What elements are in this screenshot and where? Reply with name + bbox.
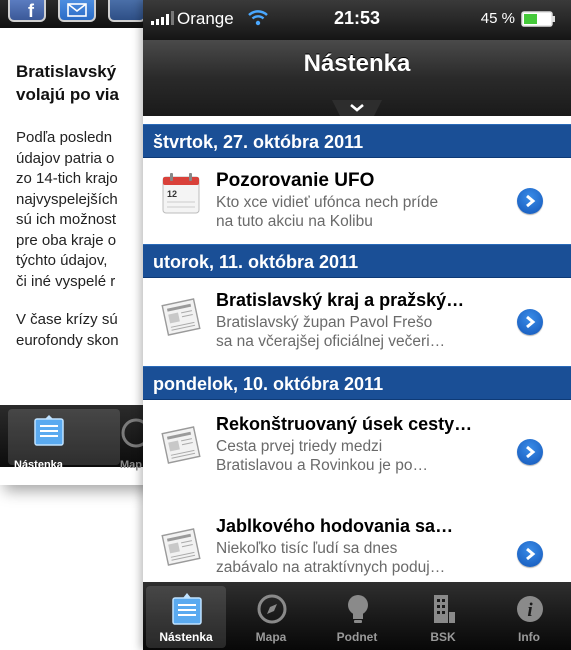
item-description: Niekoľko tisíc ľudí sa dnes zabávalo na … [216,539,501,577]
status-bar: Orange 21:53 45 % [143,0,571,40]
list-item[interactable]: Bratislavský kraj a pražský… Bratislavsk… [143,278,571,367]
tab-label: BSK [430,630,456,644]
mail-icon[interactable] [58,0,96,22]
battery-percentage: 45 % [480,10,515,27]
list-item[interactable]: Jablkového hodovania sa… Niekoľko tisíc … [143,506,571,582]
background-tab-nastenka[interactable]: Nástenka [8,409,120,471]
building-icon [434,595,455,623]
description-line: na tuto akciu na Kolibu [216,213,373,230]
svg-text:f: f [28,1,35,18]
description-line: zabávalo na atraktívnych poduj… [216,559,446,576]
pull-down-handle[interactable] [332,100,382,116]
board-icon [172,593,202,625]
battery-icon [521,11,555,27]
description-line: Bratislavou a Rovinkou je po… [216,457,428,474]
description-line: sa na včerajšej oficiálnej večeri… [216,333,446,350]
list-item[interactable]: Rekonštruovaný úsek cesty… Cesta prvej t… [143,400,571,507]
article-paragraph: V čase krízy sú eurofondy skon [16,310,150,351]
tab-bar: Nástenka Mapa Podnet BSK i Info [143,582,571,650]
share-icon[interactable] [108,0,146,22]
item-title: Pozorovanie UFO [216,170,375,191]
paragraph-line: údajov patria o [16,149,115,167]
chevron-right-icon [526,445,536,459]
item-description: Bratislavský župan Pavol Frešo sa na vče… [216,313,501,351]
description-line: Kto xce vidieť ufónca nech príde [216,194,439,211]
section-header-date: pondelok, 10. októbra 2011 [143,366,571,400]
compass-icon [257,594,287,624]
paragraph-line: eurofondy skon [16,331,119,349]
newspaper-icon [161,298,201,336]
page-title: Nástenka [303,50,411,77]
paragraph-line: týchto údajov, [16,252,108,269]
svg-text:i: i [527,600,533,621]
info-icon: i [517,596,543,622]
tab-mapa[interactable]: Mapa [231,586,311,648]
board-icon [34,415,64,446]
article-title-line: volajú po via [16,85,119,104]
chevron-right-icon [526,194,536,208]
section-header-date: utorok, 11. októbra 2011 [143,244,571,278]
item-title: Rekonštruovaný úsek cesty… [216,414,473,434]
facebook-icon[interactable]: f [8,0,46,22]
tab-label: Nástenka [14,459,63,471]
newspaper-icon [161,528,201,566]
item-description: Kto xce vidieť ufónca nech príde na tuto… [216,193,501,231]
disclosure-button[interactable] [517,439,543,465]
tab-nastenka[interactable]: Nástenka [146,586,226,648]
lightbulb-icon [348,595,368,623]
chevron-right-icon [526,315,536,329]
paragraph-line: V čase krízy sú [16,311,118,328]
article-title: Bratislavský volajú po via [16,60,150,106]
item-title: Bratislavský kraj a pražský… [216,290,465,310]
background-share-bar: f [0,0,150,28]
tab-label: Info [518,630,540,644]
paragraph-line: či iné vyspelé r [16,272,116,290]
paragraph-line: najvyspelejších [16,190,118,208]
paragraph-line: zo 14-tich krajo [16,170,118,187]
paragraph-line: sú ich možnost [16,211,117,228]
background-app-screen: f Bratislavský volajú po via Podľa posle… [0,0,150,485]
item-title: Jablkového hodovania sa… [216,516,454,536]
tab-bsk[interactable]: BSK [403,586,483,648]
disclosure-button[interactable] [517,541,543,567]
navigation-bar: Nástenka [143,40,571,116]
item-description: Cesta prvej triedy medzi Bratislavou a R… [216,437,501,475]
description-line: Niekoľko tisíc ľudí sa dnes [216,540,398,557]
disclosure-button[interactable] [517,188,543,214]
tab-label: Podnet [336,630,378,644]
calendar-icon: 12 [162,173,200,214]
tab-label: Mapa [255,630,287,644]
news-list: štvrtok, 27. októbra 2011 12 Pozorovanie… [143,116,571,582]
tab-podnet[interactable]: Podnet [317,586,397,648]
article-paragraph: Podľa posledn údajov patria o zo 14-tich… [16,128,150,292]
description-line: Bratislavský župan Pavol Frešo [216,314,433,331]
paragraph-line: Podľa posledn [16,129,113,146]
disclosure-button[interactable] [517,309,543,335]
tab-info[interactable]: i Info [489,586,569,648]
svg-text:12: 12 [167,189,177,199]
section-header-date: štvrtok, 27. októbra 2011 [143,124,571,158]
list-item[interactable]: 12 Pozorovanie UFO Kto xce vidieť ufónca… [143,158,571,245]
paragraph-line: pre oba kraje o [16,231,117,249]
newspaper-icon [161,426,201,464]
description-line: Cesta prvej triedy medzi [216,438,383,455]
article-title-line: Bratislavský [16,62,117,81]
background-article: Bratislavský volajú po via Podľa posledn… [16,60,150,369]
chevron-right-icon [526,547,536,561]
tab-label: Map [120,459,142,471]
tab-label: Nástenka [159,630,213,644]
main-screen: Orange 21:53 45 % Nástenka štvrtok, 27. … [143,0,571,650]
background-tabbar: Nástenka Map [0,405,150,471]
